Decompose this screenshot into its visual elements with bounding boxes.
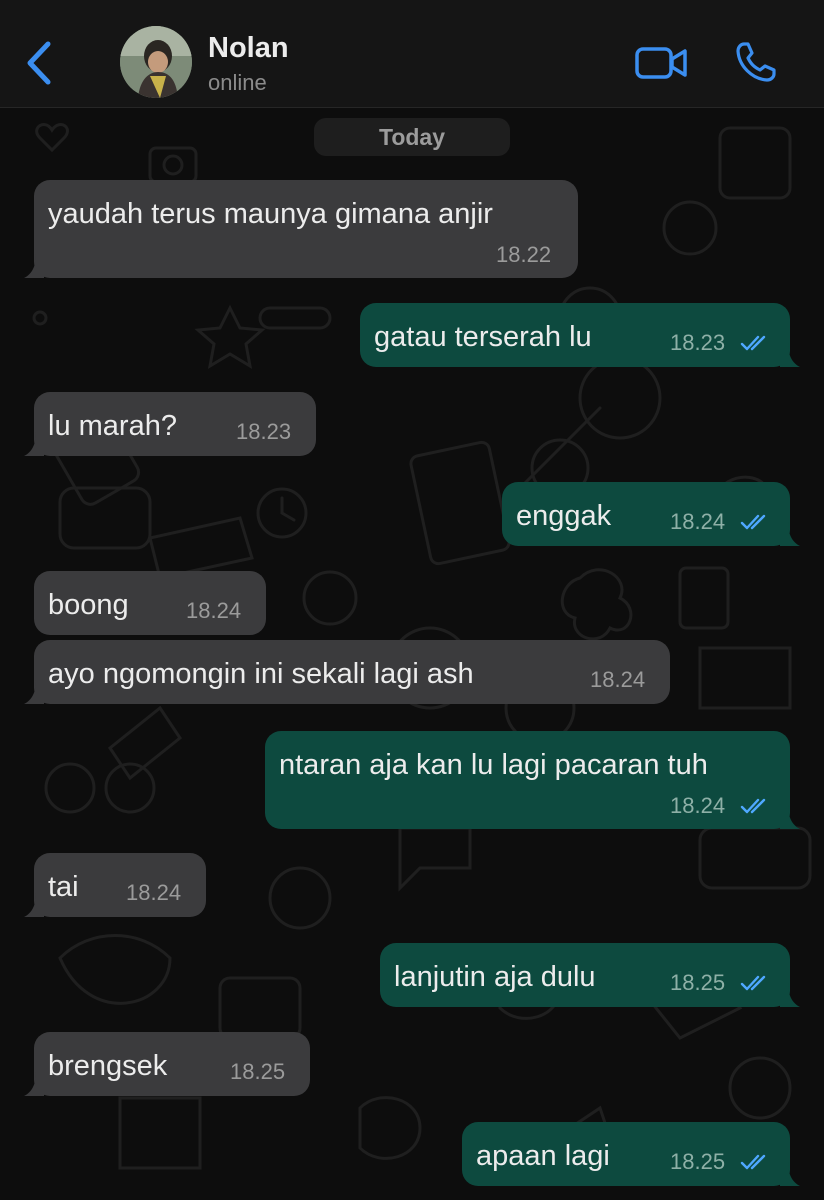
bubble-tail	[780, 343, 800, 367]
message-timestamp: 18.23	[670, 330, 726, 355]
phone-call-icon[interactable]	[734, 40, 778, 84]
message-timestamp: 18.22	[496, 242, 552, 267]
message-text: boong	[48, 589, 129, 621]
contact-name[interactable]: Nolan	[208, 32, 289, 65]
incoming-message-bubble[interactable]: ayo ngomongin ini sekali lagi ash 18.24	[24, 640, 670, 704]
bubble-tail	[24, 680, 44, 704]
message-text: lu marah?	[48, 410, 177, 442]
contact-status: online	[208, 70, 267, 95]
outgoing-message-bubble[interactable]: apaan lagi 18.25	[462, 1122, 800, 1186]
bubble-tail	[24, 432, 44, 456]
message-text: ayo ngomongin ini sekali lagi ash	[48, 658, 474, 690]
message-text: yaudah terus maunya gimana anjir	[48, 198, 493, 230]
message-timestamp: 18.24	[670, 509, 726, 534]
bubble-tail	[24, 893, 44, 917]
read-receipt-icon	[740, 975, 766, 991]
bubble-tail	[24, 254, 44, 278]
date-separator: Today	[314, 118, 510, 156]
read-receipt-icon	[740, 514, 766, 530]
message-timestamp: 18.23	[236, 419, 292, 444]
outgoing-message-bubble[interactable]: gatau terserah lu 18.23	[360, 303, 800, 367]
message-text: lanjutin aja dulu	[394, 961, 596, 993]
bubble-tail	[24, 1072, 44, 1096]
outgoing-message-bubble[interactable]: enggak 18.24	[502, 482, 800, 546]
incoming-message-bubble[interactable]: lu marah? 18.23	[24, 392, 316, 456]
read-receipt-icon	[740, 798, 766, 814]
video-call-icon[interactable]	[634, 44, 688, 82]
message-text: brengsek	[48, 1050, 168, 1082]
bubble-tail	[780, 983, 800, 1007]
read-receipt-icon	[740, 335, 766, 351]
back-chevron-icon[interactable]	[20, 38, 60, 88]
incoming-message-bubble[interactable]: tai 18.24	[24, 853, 206, 917]
outgoing-message-bubble[interactable]: ntaran aja kan lu lagi pacaran tuh 18.24	[265, 731, 800, 829]
message-text: enggak	[516, 500, 612, 532]
message-timestamp: 18.24	[126, 880, 182, 905]
message-timestamp: 18.25	[230, 1059, 286, 1084]
read-receipt-icon	[740, 1154, 766, 1170]
avatar-photo	[120, 26, 192, 98]
message-text: apaan lagi	[476, 1140, 610, 1172]
bubble-tail	[780, 1162, 800, 1186]
bubble-tail	[780, 522, 800, 546]
message-text: tai	[48, 871, 79, 903]
incoming-message-bubble[interactable]: yaudah terus maunya gimana anjir 18.22	[24, 180, 578, 278]
message-timestamp: 18.25	[670, 1149, 726, 1174]
incoming-message-bubble[interactable]: boong 18.24	[34, 571, 266, 635]
outgoing-message-bubble[interactable]: lanjutin aja dulu 18.25	[380, 943, 800, 1007]
incoming-message-bubble[interactable]: brengsek 18.25	[24, 1032, 310, 1096]
message-timestamp: 18.25	[670, 970, 726, 995]
chat-header: Nolan online	[0, 0, 824, 108]
message-timestamp: 18.24	[670, 793, 726, 818]
message-text: gatau terserah lu	[374, 321, 592, 353]
message-timestamp: 18.24	[590, 667, 646, 692]
avatar[interactable]	[120, 26, 192, 98]
bubble-tail	[780, 805, 800, 829]
message-text: ntaran aja kan lu lagi pacaran tuh	[279, 749, 708, 781]
message-timestamp: 18.24	[186, 598, 242, 623]
